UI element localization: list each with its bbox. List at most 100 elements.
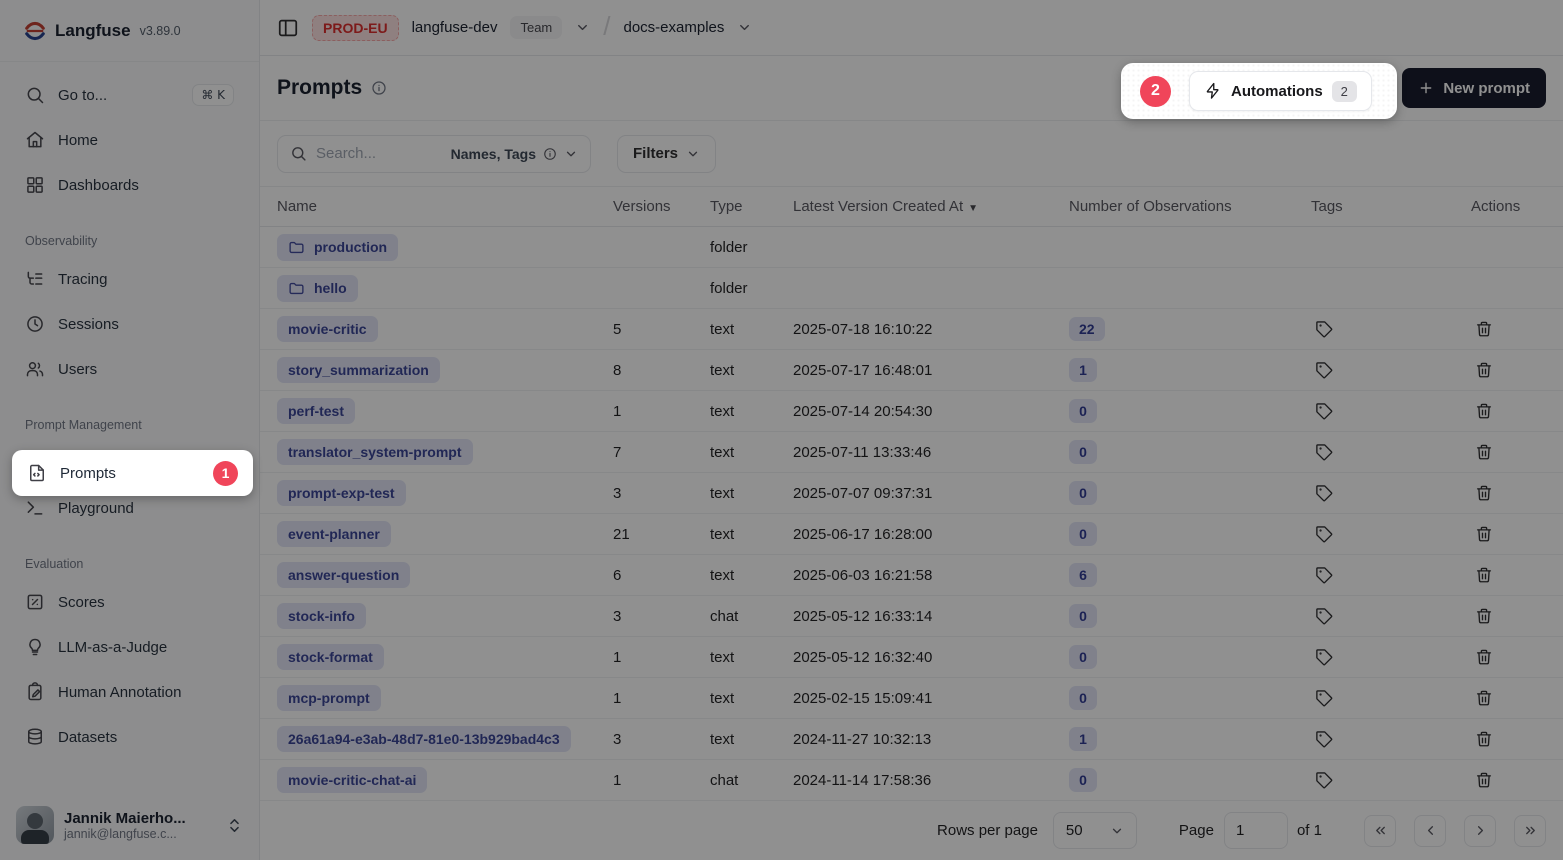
first-page-button[interactable]	[1364, 815, 1396, 847]
chevron-down-icon[interactable]	[737, 20, 752, 35]
prompt-name-pill[interactable]: movie-critic-chat-ai	[277, 767, 427, 793]
delete-prompt-button[interactable]	[1471, 685, 1497, 711]
page-number-input[interactable]: 1	[1224, 812, 1288, 849]
delete-prompt-button[interactable]	[1471, 398, 1497, 424]
tags-button[interactable]	[1311, 316, 1337, 342]
delete-prompt-button[interactable]	[1471, 480, 1497, 506]
sidebar-item-llm-judge[interactable]: LLM-as-a-Judge	[12, 628, 247, 666]
column-header-name[interactable]: Name	[277, 198, 613, 215]
sidebar-item-home[interactable]: Home	[12, 121, 247, 159]
sidebar-item-sessions[interactable]: Sessions	[12, 305, 247, 343]
table-row[interactable]: hello folder	[260, 268, 1563, 309]
tags-button[interactable]	[1311, 767, 1337, 793]
trash-icon	[1475, 771, 1493, 789]
column-header-type[interactable]: Type	[710, 198, 793, 215]
environment-badge: PROD-EU	[312, 15, 399, 41]
prompt-name-pill[interactable]: translator_system-prompt	[277, 439, 473, 465]
table-row[interactable]: translator_system-prompt 7 text 2025-07-…	[260, 432, 1563, 473]
sidebar-item-label: LLM-as-a-Judge	[58, 639, 167, 656]
delete-prompt-button[interactable]	[1471, 726, 1497, 752]
prompt-name-pill[interactable]: production	[277, 234, 398, 261]
table-row[interactable]: prompt-exp-test 3 text 2025-07-07 09:37:…	[260, 473, 1563, 514]
table-row[interactable]: story_summarization 8 text 2025-07-17 16…	[260, 350, 1563, 391]
rows-per-page-select[interactable]: 50	[1053, 812, 1137, 849]
tags-button[interactable]	[1311, 685, 1337, 711]
delete-prompt-button[interactable]	[1471, 603, 1497, 629]
prev-page-button[interactable]	[1414, 815, 1446, 847]
prompt-name-pill[interactable]: stock-format	[277, 644, 384, 670]
delete-prompt-button[interactable]	[1471, 562, 1497, 588]
tags-button[interactable]	[1311, 644, 1337, 670]
prompt-name-pill[interactable]: prompt-exp-test	[277, 480, 406, 506]
sidebar-item-human-annotation[interactable]: Human Annotation	[12, 673, 247, 711]
delete-prompt-button[interactable]	[1471, 316, 1497, 342]
tags-button[interactable]	[1311, 357, 1337, 383]
observations-count-badge: 0	[1069, 604, 1097, 628]
tags-button[interactable]	[1311, 603, 1337, 629]
column-header-created[interactable]: Latest Version Created At▼	[793, 198, 1069, 215]
tags-button[interactable]	[1311, 521, 1337, 547]
type-cell: folder	[710, 280, 793, 297]
prompt-name-pill[interactable]: answer-question	[277, 562, 410, 588]
last-page-button[interactable]	[1514, 815, 1546, 847]
project-selector[interactable]: docs-examples	[624, 19, 725, 36]
sidebar-item-users[interactable]: Users	[12, 350, 247, 388]
sidebar-item-datasets[interactable]: Datasets	[12, 718, 247, 756]
prompt-name-pill[interactable]: perf-test	[277, 398, 355, 424]
automations-button[interactable]: Automations 2	[1189, 71, 1372, 111]
type-cell: chat	[710, 772, 793, 789]
column-header-tags[interactable]: Tags	[1311, 198, 1471, 215]
section-title-observability: Observability	[12, 234, 247, 248]
prompt-name-pill[interactable]: movie-critic	[277, 316, 378, 342]
prompt-name-pill[interactable]: hello	[277, 275, 358, 302]
table-row[interactable]: answer-question 6 text 2025-06-03 16:21:…	[260, 555, 1563, 596]
goto-search[interactable]: Go to... ⌘ K	[12, 76, 247, 114]
search-scope-dropdown[interactable]: Names, Tags	[451, 146, 578, 162]
table-row[interactable]: 26a61a94-e3ab-48d7-81e0-13b929bad4c3 3 t…	[260, 719, 1563, 760]
info-icon[interactable]	[371, 80, 387, 96]
search-input[interactable]: Search... Names, Tags	[277, 135, 591, 173]
highlighted-prompts-nav-item[interactable]: Prompts 1	[12, 450, 253, 496]
page-count-label: of 1	[1297, 822, 1322, 839]
table-row[interactable]: event-planner 21 text 2025-06-17 16:28:0…	[260, 514, 1563, 555]
tags-button[interactable]	[1311, 562, 1337, 588]
table-row[interactable]: mcp-prompt 1 text 2025-02-15 15:09:41 0	[260, 678, 1563, 719]
tag-icon	[1315, 730, 1333, 748]
sidebar-item-scores[interactable]: Scores	[12, 583, 247, 621]
new-prompt-button[interactable]: New prompt	[1402, 68, 1546, 108]
delete-prompt-button[interactable]	[1471, 644, 1497, 670]
prompt-name-pill[interactable]: story_summarization	[277, 357, 440, 383]
table-row[interactable]: stock-info 3 chat 2025-05-12 16:33:14 0	[260, 596, 1563, 637]
delete-prompt-button[interactable]	[1471, 521, 1497, 547]
table-row[interactable]: movie-critic-chat-ai 1 chat 2024-11-14 1…	[260, 760, 1563, 801]
delete-prompt-button[interactable]	[1471, 767, 1497, 793]
table-row[interactable]: stock-format 1 text 2025-05-12 16:32:40 …	[260, 637, 1563, 678]
delete-prompt-button[interactable]	[1471, 439, 1497, 465]
tags-button[interactable]	[1311, 398, 1337, 424]
user-menu[interactable]: Jannik Maierho... jannik@langfuse.c...	[0, 792, 259, 860]
delete-prompt-button[interactable]	[1471, 357, 1497, 383]
automations-count-badge: 2	[1332, 81, 1357, 102]
type-cell: text	[710, 485, 793, 502]
tag-icon	[1315, 402, 1333, 420]
tag-icon	[1315, 607, 1333, 625]
sidebar-toggle-button[interactable]	[277, 17, 299, 39]
column-header-versions[interactable]: Versions	[613, 198, 710, 215]
org-selector[interactable]: langfuse-dev	[412, 19, 498, 36]
table-row[interactable]: perf-test 1 text 2025-07-14 20:54:30 0	[260, 391, 1563, 432]
table-row[interactable]: movie-critic 5 text 2025-07-18 16:10:22 …	[260, 309, 1563, 350]
chevron-down-icon[interactable]	[575, 20, 590, 35]
tags-button[interactable]	[1311, 480, 1337, 506]
prompt-name-pill[interactable]: stock-info	[277, 603, 366, 629]
prompt-name-pill[interactable]: 26a61a94-e3ab-48d7-81e0-13b929bad4c3	[277, 726, 571, 752]
tags-button[interactable]	[1311, 726, 1337, 752]
filters-button[interactable]: Filters	[617, 135, 716, 173]
tags-button[interactable]	[1311, 439, 1337, 465]
sidebar-item-dashboards[interactable]: Dashboards	[12, 166, 247, 204]
next-page-button[interactable]	[1464, 815, 1496, 847]
table-row[interactable]: production folder	[260, 227, 1563, 268]
prompt-name-pill[interactable]: event-planner	[277, 521, 391, 547]
column-header-observations[interactable]: Number of Observations	[1069, 198, 1311, 215]
prompt-name-pill[interactable]: mcp-prompt	[277, 685, 381, 711]
sidebar-item-tracing[interactable]: Tracing	[12, 260, 247, 298]
